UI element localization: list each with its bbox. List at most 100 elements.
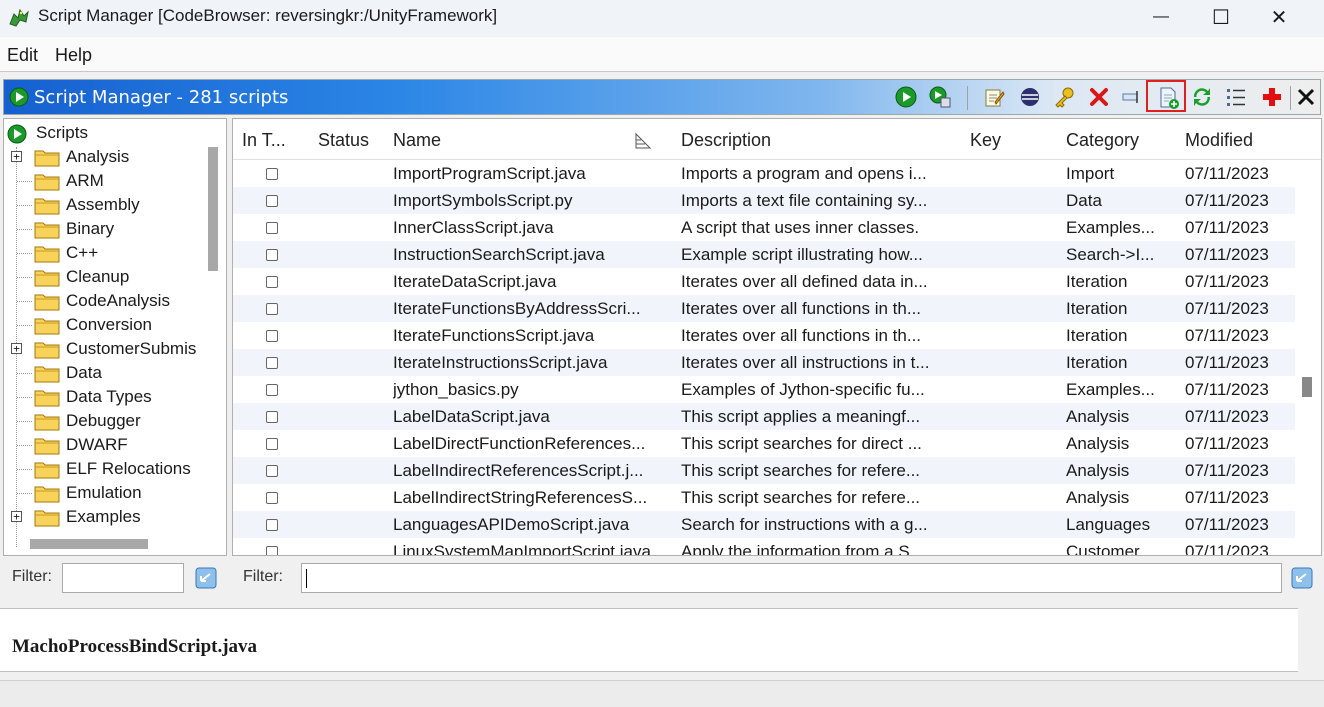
table-row[interactable]: LabelIndirectStringReferencesS... This sc… (233, 484, 1295, 511)
table-row[interactable]: IterateFunctionsScript.java Iterates over… (233, 322, 1295, 349)
window-title: Script Manager [CodeBrowser: reversingkr… (38, 6, 498, 25)
eclipse-button[interactable] (1018, 85, 1042, 109)
table-row[interactable]: jython_basics.py Examples of Jython-speci… (233, 376, 1295, 403)
table-filter-clear-icon[interactable] (1290, 566, 1314, 590)
window-title-bar: Script Manager [CodeBrowser: reversingkr… (0, 0, 1324, 36)
help-button[interactable] (1260, 85, 1284, 109)
tree-item-assembly[interactable]: Assembly (4, 193, 224, 217)
column-name[interactable]: Name (393, 130, 441, 151)
column-in-toolbar[interactable]: In T... (242, 130, 286, 151)
toolbar-separator (1290, 86, 1291, 110)
key-binding-button[interactable] (1052, 85, 1076, 109)
column-modified[interactable]: Modified (1185, 130, 1253, 151)
rename-script-button[interactable] (1119, 85, 1143, 109)
in-toolbar-checkbox[interactable] (266, 492, 278, 504)
table-row[interactable]: LabelIndirectReferencesScript.j... This s… (233, 457, 1295, 484)
tree-root-scripts[interactable]: Scripts (4, 121, 224, 145)
expand-icon[interactable]: + (11, 151, 22, 162)
new-script-button[interactable] (1146, 80, 1186, 112)
column-description[interactable]: Description (681, 130, 771, 151)
table-row[interactable]: LinuxSystemMapImportScript.java Apply the… (233, 538, 1295, 555)
minimize-button[interactable]: — (1138, 0, 1184, 34)
cell-category: Iteration (1066, 326, 1128, 345)
in-toolbar-checkbox[interactable] (266, 357, 278, 369)
tree-vertical-scrollbar[interactable] (208, 147, 218, 271)
tree-item-arm[interactable]: ARM (4, 169, 224, 193)
cell-modified: 07/11/2023 (1185, 299, 1269, 318)
help-icon (1263, 88, 1281, 106)
in-toolbar-checkbox[interactable] (266, 222, 278, 234)
in-toolbar-checkbox[interactable] (266, 276, 278, 288)
folder-icon (34, 198, 60, 215)
close-panel-button[interactable] (1294, 85, 1318, 109)
in-toolbar-checkbox[interactable] (266, 438, 278, 450)
folder-icon (34, 414, 60, 431)
in-toolbar-checkbox[interactable] (266, 303, 278, 315)
table-row[interactable]: LabelDataScript.java This script applies … (233, 403, 1295, 430)
category-tree[interactable]: Scripts + Analysis ARM Assembly Binary C++ Cle… (3, 118, 227, 556)
tree-item-analysis[interactable]: + Analysis (4, 145, 224, 169)
table-row[interactable]: ImportSymbolsScript.py Imports a text fil… (233, 187, 1295, 214)
tree-item-dwarf[interactable]: DWARF (4, 433, 224, 457)
cell-modified: 07/11/2023 (1185, 434, 1269, 453)
in-toolbar-checkbox[interactable] (266, 519, 278, 531)
table-row[interactable]: InnerClassScript.java A script that uses … (233, 214, 1295, 241)
key-binding-icon (1055, 87, 1074, 108)
folder-icon (34, 174, 60, 191)
new-script-icon (1160, 87, 1179, 109)
tree-item-data[interactable]: Data (4, 361, 224, 385)
column-key[interactable]: Key (970, 130, 1001, 151)
column-status[interactable]: Status (318, 130, 369, 151)
tree-item-debugger[interactable]: Debugger (4, 409, 224, 433)
tree-item-examples[interactable]: + Examples (4, 505, 224, 529)
tree-item-customersubmis[interactable]: + CustomerSubmis (4, 337, 224, 361)
in-toolbar-checkbox[interactable] (266, 384, 278, 396)
in-toolbar-checkbox[interactable] (266, 168, 278, 180)
script-table[interactable]: In T... Status Name Description Key Cate… (232, 118, 1322, 556)
expand-icon[interactable]: + (11, 343, 22, 354)
table-vertical-scrollbar[interactable] (1302, 377, 1312, 397)
refresh-button[interactable] (1190, 85, 1214, 109)
maximize-button[interactable]: ☐ (1198, 0, 1244, 34)
tree-item-elf-relocations[interactable]: ELF Relocations (4, 457, 224, 481)
run-script-button[interactable] (894, 85, 918, 109)
in-toolbar-checkbox[interactable] (266, 330, 278, 342)
run-last-script-button[interactable] (928, 85, 952, 109)
close-window-button[interactable]: ✕ (1256, 0, 1302, 34)
delete-script-button[interactable] (1087, 85, 1111, 109)
cell-description: Example script illustrating how... (681, 245, 923, 264)
tree-item-cleanup[interactable]: Cleanup (4, 265, 224, 289)
tree-filter-clear-icon[interactable] (194, 566, 218, 590)
table-row[interactable]: IterateFunctionsByAddressScri... Iterates… (233, 295, 1295, 322)
in-toolbar-checkbox[interactable] (266, 195, 278, 207)
tree-branch-line (17, 229, 32, 230)
table-row[interactable]: IterateInstructionsScript.java Iterates o… (233, 349, 1295, 376)
tree-item-label: Cleanup (66, 267, 130, 286)
tree-item-emulation[interactable]: Emulation (4, 481, 224, 505)
table-row[interactable]: LabelDirectFunctionReferences... This scr… (233, 430, 1295, 457)
table-row[interactable]: LanguagesAPIDemoScript.java Search for in… (233, 511, 1295, 538)
edit-script-button[interactable] (982, 85, 1006, 109)
menu-edit[interactable]: Edit (7, 45, 38, 66)
expand-icon[interactable]: + (11, 511, 22, 522)
in-toolbar-checkbox[interactable] (266, 411, 278, 423)
in-toolbar-checkbox[interactable] (266, 465, 278, 477)
tree-item-data-types[interactable]: Data Types (4, 385, 224, 409)
tree-item-conversion[interactable]: Conversion (4, 313, 224, 337)
menu-help[interactable]: Help (55, 45, 92, 66)
in-toolbar-checkbox[interactable] (266, 546, 278, 555)
in-toolbar-checkbox[interactable] (266, 249, 278, 261)
script-directories-button[interactable] (1224, 85, 1248, 109)
column-category[interactable]: Category (1066, 130, 1139, 151)
tree-filter-input[interactable] (62, 563, 184, 593)
table-row[interactable]: InstructionSearchScript.java Example scr… (233, 241, 1295, 268)
tree-horizontal-scrollbar[interactable] (30, 539, 148, 549)
tree-item-c-[interactable]: C++ (4, 241, 224, 265)
table-row[interactable]: IterateDataScript.java Iterates over all … (233, 268, 1295, 295)
table-row[interactable]: ImportProgramScript.java Imports a progra… (233, 160, 1295, 187)
tree-item-binary[interactable]: Binary (4, 217, 224, 241)
script-directories-icon (1227, 89, 1245, 106)
cell-name: ImportProgramScript.java (393, 164, 586, 183)
table-filter-input[interactable] (301, 563, 1282, 593)
tree-item-codeanalysis[interactable]: CodeAnalysis (4, 289, 224, 313)
